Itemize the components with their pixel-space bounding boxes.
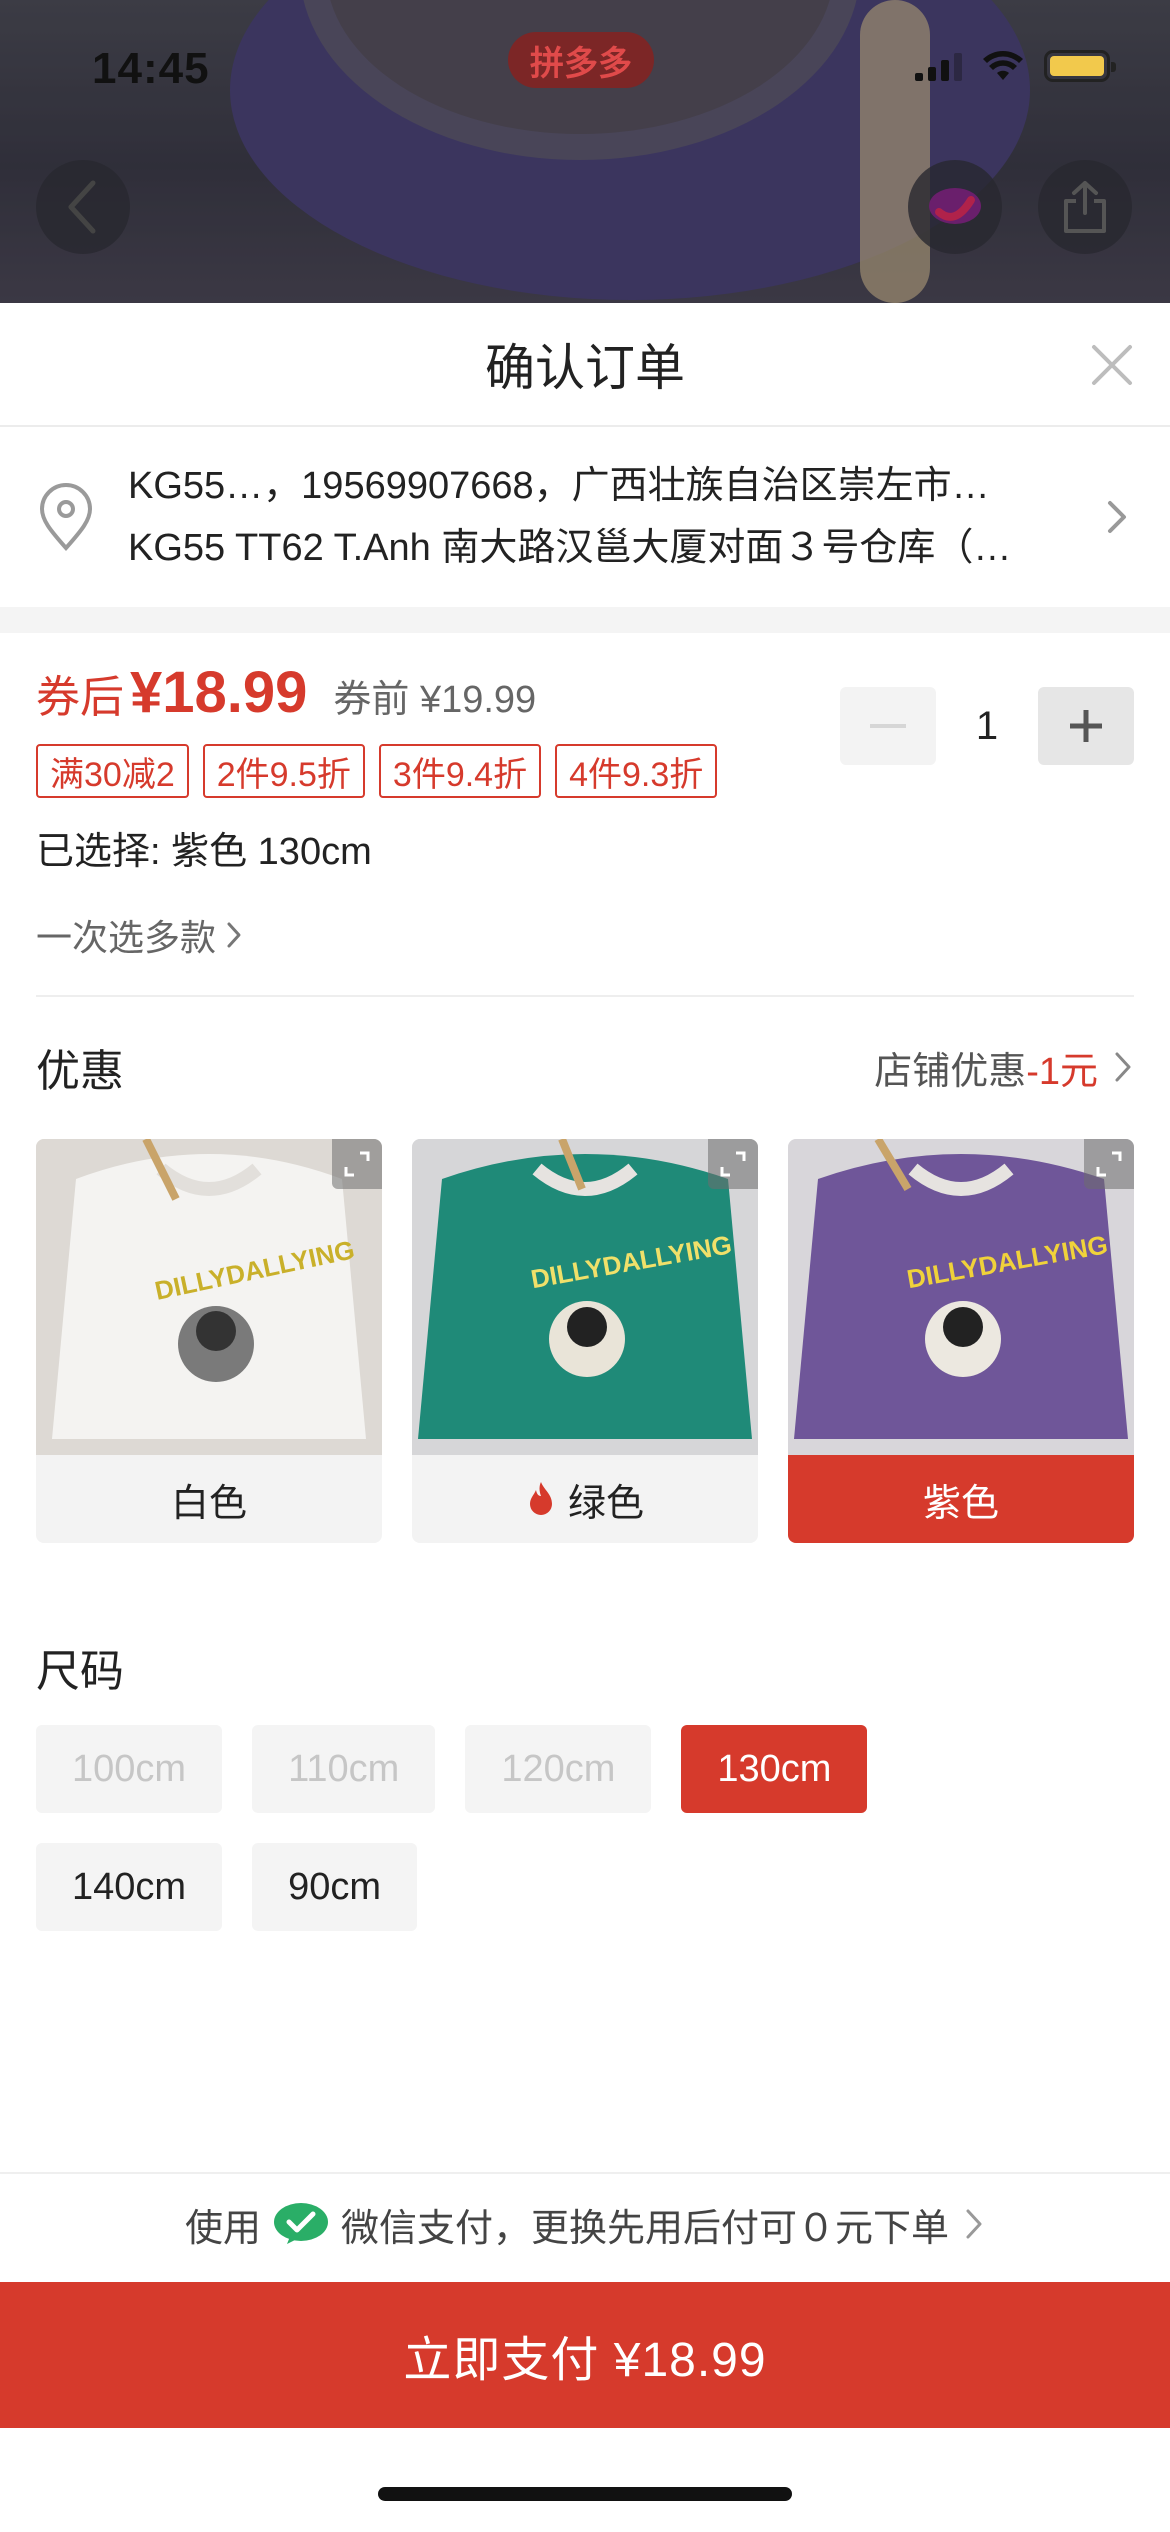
shop-discount-label: 店铺优惠 [874,1050,1027,1093]
sweatshirt-image-purple: DILLYDALLYING [788,1139,1134,1455]
color-label: 绿色 [412,1455,758,1543]
payment-method-text: 微信支付，更换先用后付可０元下单 [341,2207,950,2250]
address-line-1: KG55…，19569907668，广西壮族自治区崇左市… [128,465,990,507]
shop-discount-value: -1元 [1026,1050,1098,1093]
size-option-100cm[interactable]: 100cm [36,1725,223,1813]
selected-variant-text: 已选择: 紫色 130cm [36,831,372,873]
address-row[interactable]: KG55…，19569907668，广西壮族自治区崇左市… KG55 TT62 … [0,427,1170,607]
chevron-right-icon [1115,1052,1131,1082]
discount-title: 优惠 [36,1047,124,1096]
price-before-coupon: 券前 ¥19.99 [333,679,537,721]
size-option-130cm[interactable]: 130cm [681,1725,868,1813]
status-indicators [915,50,1116,82]
back-button[interactable] [36,160,130,254]
expand-image-button[interactable] [708,1139,758,1189]
color-option-white[interactable]: DILLYDALLYING 白色 [36,1139,382,1543]
expand-icon [720,1151,746,1177]
plus-icon [1070,710,1102,742]
battery-icon [1044,50,1116,82]
expand-icon [1096,1151,1122,1177]
color-options: DILLYDALLYING 白色 DILLYDALLYING 绿色 DILLYD… [0,1139,1170,1543]
home-indicator [378,2487,792,2501]
address-text: KG55…，19569907668，广西壮族自治区崇左市… KG55 TT62 … [128,455,1084,579]
sweatshirt-image-green: DILLYDALLYING [412,1139,758,1455]
multi-select-label: 一次选多款 [36,917,217,958]
price-after-label: 券后 [36,673,124,722]
expand-icon [344,1151,370,1177]
size-option-90cm[interactable]: 90cm [252,1843,417,1931]
color-option-purple[interactable]: DILLYDALLYING 紫色 [788,1139,1134,1543]
color-label: 白色 [36,1455,382,1543]
status-time: 14:45 [92,44,210,93]
page-title: 确认订单 [485,340,685,396]
shop-discount-link[interactable]: 店铺优惠 -1元 [874,1040,1134,1095]
quantity-stepper: 1 [840,687,1134,765]
multi-select-link[interactable]: 一次选多款 [36,909,1134,961]
chevron-right-icon [227,922,241,948]
payment-prefix: 使用 [184,2207,261,2250]
share-icon [1064,181,1106,233]
app-brand-badge: 拼多多 [508,32,654,88]
wifi-icon [983,51,1023,80]
color-option-green[interactable]: DILLYDALLYING 绿色 [412,1139,758,1543]
location-pin-icon [39,483,93,552]
size-options: 100cm 110cm 120cm 130cm 140cm 90cm [0,1699,1000,1931]
sweatshirt-image-white: DILLYDALLYING [36,1139,382,1455]
close-icon[interactable] [1086,339,1138,391]
promo-tag: 2件9.5折 [202,744,365,798]
color-thumbnail-purple: DILLYDALLYING [788,1139,1134,1455]
signal-icon [915,51,962,81]
order-sheet: 确认订单 KG55…，19569907668，广西壮族自治区崇左市… KG55 … [0,303,1170,2532]
promo-tag: 4件9.3折 [555,744,718,798]
chevron-right-icon [1108,501,1126,533]
product-summary: 券后 ¥18.99 券前 ¥19.99 1 满30减2 2件9.5折 3件9.4… [0,633,1170,961]
expand-image-button[interactable] [332,1139,382,1189]
promo-tag: 满30减2 [36,744,189,798]
price-after-coupon: ¥18.99 [130,660,308,725]
increase-quantity-button[interactable] [1038,687,1134,765]
chevron-left-icon [68,180,96,234]
color-label: 紫色 [788,1455,1134,1543]
quantity-value: 1 [975,703,999,748]
product-image-background: 14:45 拼多多 [0,0,1170,303]
sheet-header: 确认订单 [0,303,1170,427]
color-label-text: 绿色 [567,1482,644,1525]
size-option-140cm[interactable]: 140cm [36,1843,223,1931]
color-label-text: 白色 [170,1482,247,1525]
discount-row: 优惠 店铺优惠 -1元 [0,997,1170,1099]
chevron-right-icon [966,2209,982,2239]
minus-icon [870,724,906,728]
expand-image-button[interactable] [1084,1139,1134,1189]
address-line-2: KG55 TT62 T.Anh 南大路汉邕大厦对面３号仓库（… [128,527,1012,569]
promo-tag: 3件9.4折 [378,744,542,798]
color-thumbnail-green: DILLYDALLYING [412,1139,758,1455]
color-thumbnail-white: DILLYDALLYING [36,1139,382,1455]
wechat-pay-icon [274,2203,328,2244]
pay-now-button[interactable]: 立即支付 ¥18.99 [0,2282,1170,2428]
color-label-text: 紫色 [922,1482,999,1525]
decrease-quantity-button[interactable] [840,687,936,765]
customer-service-button[interactable] [908,160,1002,254]
size-option-120cm[interactable]: 120cm [465,1725,652,1813]
hot-flame-icon [529,1482,552,1515]
chat-icon [929,188,981,224]
size-option-110cm[interactable]: 110cm [252,1725,436,1813]
payment-method-row[interactable]: 使用 微信支付，更换先用后付可０元下单 [0,2172,1170,2274]
share-button[interactable] [1038,160,1132,254]
size-title: 尺码 [36,1647,124,1696]
section-separator [0,607,1170,633]
